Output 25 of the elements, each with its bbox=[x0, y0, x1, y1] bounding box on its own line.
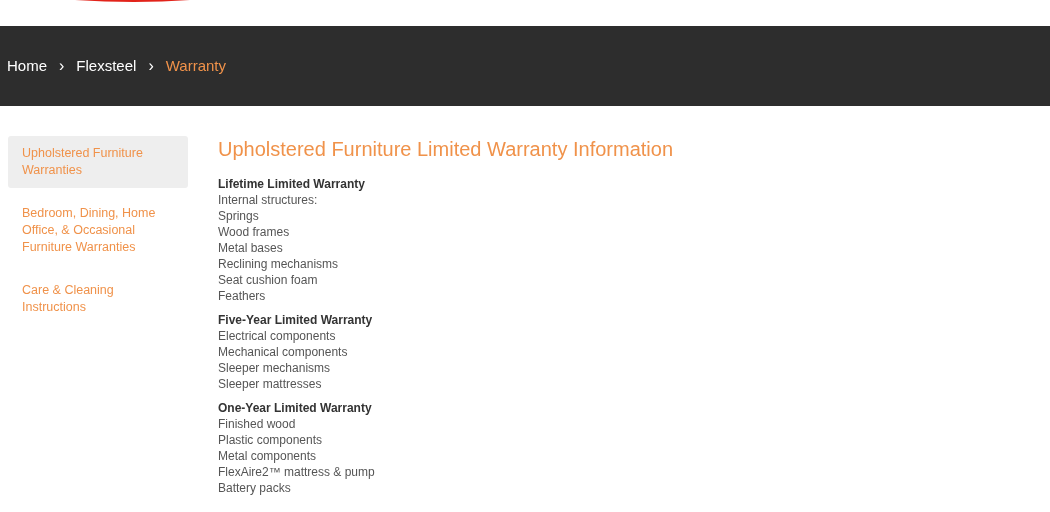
breadcrumb-separator: › bbox=[59, 56, 65, 76]
warranty-item: Seat cushion foam bbox=[218, 272, 319, 288]
warranty-item: Sleeper mattresses bbox=[218, 376, 323, 392]
warranty-item: Plastic components bbox=[218, 432, 324, 448]
section-title: One-Year Limited Warranty bbox=[218, 400, 373, 416]
section-title: Five-Year Limited Warranty bbox=[218, 312, 374, 328]
warranty-item: Sleeper mechanisms bbox=[218, 360, 332, 376]
warranty-item: Electrical components bbox=[218, 328, 337, 344]
breadcrumb-separator: › bbox=[148, 56, 154, 76]
warranty-item: FlexAire2™ mattress & pump bbox=[218, 464, 376, 480]
warranty-item: Springs bbox=[218, 208, 260, 224]
warranty-item: Wood frames bbox=[218, 224, 291, 240]
warranty-item: Metal bases bbox=[218, 240, 284, 256]
warranty-item: Finished wood bbox=[218, 416, 297, 432]
warranty-item: Battery packs bbox=[218, 480, 292, 496]
section-title: Lifetime Limited Warranty bbox=[218, 176, 366, 192]
warranty-item: Reclining mechanisms bbox=[218, 256, 340, 272]
warranty-item: Metal components bbox=[218, 448, 318, 464]
breadcrumb-link[interactable]: Warranty bbox=[165, 54, 226, 78]
page-heading: Upholstered Furniture Limited Warranty Information bbox=[218, 137, 673, 162]
warranty-item: Mechanical components bbox=[218, 344, 349, 360]
warranty-item: Internal structures: bbox=[218, 192, 319, 208]
breadcrumb-link[interactable]: Home bbox=[7, 54, 47, 78]
breadcrumb-link[interactable]: Flexsteel bbox=[76, 54, 137, 78]
warranty-item: Feathers bbox=[218, 288, 267, 304]
